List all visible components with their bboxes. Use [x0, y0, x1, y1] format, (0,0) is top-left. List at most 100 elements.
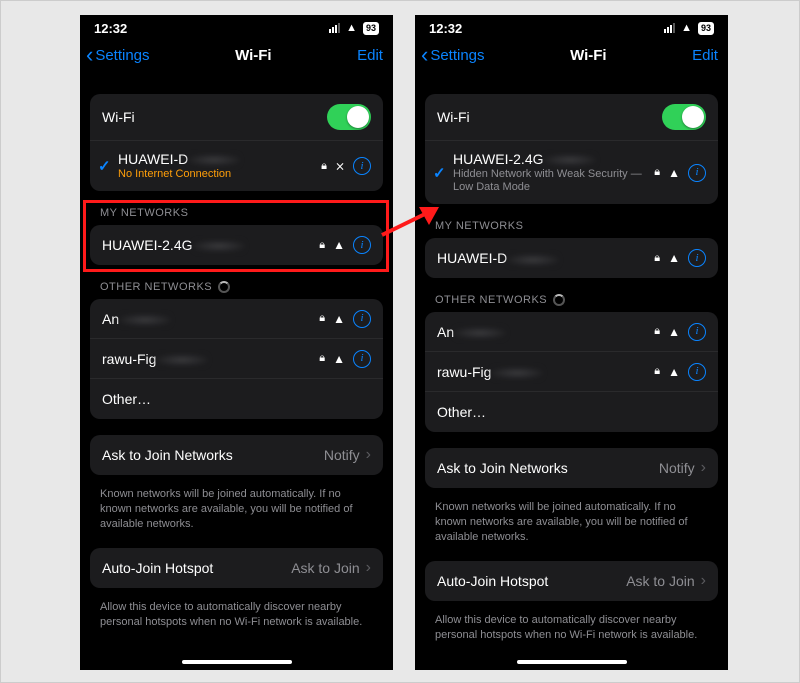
ssid-obscured — [188, 154, 240, 166]
wifi-signal-icon: ⨯ — [335, 159, 345, 173]
other-label: Other… — [437, 404, 706, 420]
ssid-obscured — [193, 240, 245, 252]
ask-join-group: Ask to Join Networks Notify › — [425, 448, 718, 488]
cellular-icon — [329, 23, 340, 33]
connected-ssid: HUAWEI-D — [118, 151, 188, 167]
network-row[interactable]: HUAWEI-D 🔒︎▲i — [425, 238, 718, 278]
chevron-left-icon: ‹ — [421, 44, 428, 66]
connected-network-row[interactable]: ✓ HUAWEI-D No Internet Connection 🔒︎ ⨯ i — [90, 141, 383, 191]
info-icon[interactable]: i — [688, 164, 706, 182]
home-indicator — [517, 660, 627, 664]
info-icon[interactable]: i — [353, 157, 371, 175]
my-networks-header: MY NETWORKS — [415, 220, 728, 238]
nav-bar: ‹Settings Wi-Fi Edit — [415, 38, 728, 76]
network-ssid: HUAWEI-2.4G — [102, 237, 193, 253]
ssid-obscured — [491, 367, 543, 379]
network-row[interactable]: rawu-Fig 🔒︎ ▲ i — [425, 352, 718, 392]
ssid-obscured — [507, 254, 559, 266]
status-time: 12:32 — [429, 21, 462, 36]
wifi-signal-icon: ▲ — [333, 312, 345, 326]
auto-join-footer: Allow this device to automatically disco… — [415, 607, 728, 643]
home-indicator — [182, 660, 292, 664]
wifi-signal-icon: ▲ — [668, 251, 680, 265]
info-icon[interactable]: i — [353, 236, 371, 254]
info-icon[interactable]: i — [688, 363, 706, 381]
ask-join-footer: Known networks will be joined automatica… — [80, 481, 393, 532]
other-networks-group: An 🔒︎ ▲ i rawu-Fig 🔒︎ ▲ i Other… — [425, 312, 718, 432]
info-icon[interactable]: i — [688, 323, 706, 341]
ask-join-row[interactable]: Ask to Join Networks Notify › — [425, 448, 718, 488]
ask-join-row[interactable]: Ask to Join Networks Notify › — [90, 435, 383, 475]
network-ssid: An — [102, 311, 119, 327]
wifi-toggle-group: Wi-Fi ✓ HUAWEI-2.4G Hidden Network with … — [425, 94, 718, 204]
checkmark-icon: ✓ — [433, 164, 451, 182]
other-label: Other… — [102, 391, 371, 407]
wifi-toggle-row: Wi-Fi — [425, 94, 718, 141]
chevron-right-icon: › — [701, 572, 706, 590]
wifi-toggle[interactable] — [662, 104, 706, 130]
ask-join-value: Notify — [324, 447, 360, 463]
info-icon[interactable]: i — [353, 350, 371, 368]
chevron-right-icon: › — [701, 459, 706, 477]
page-title: Wi-Fi — [570, 47, 607, 64]
wifi-signal-icon: ▲ — [668, 365, 680, 379]
edit-button[interactable]: Edit — [357, 47, 383, 64]
lock-icon: 🔒︎ — [319, 352, 325, 365]
ask-join-group: Ask to Join Networks Notify › — [90, 435, 383, 475]
nav-bar: ‹Settings Wi-Fi Edit — [80, 38, 393, 76]
info-icon[interactable]: i — [353, 310, 371, 328]
wifi-signal-icon: ▲ — [668, 166, 680, 180]
chevron-right-icon: › — [366, 559, 371, 577]
other-network-row[interactable]: Other… — [425, 392, 718, 432]
ask-join-footer: Known networks will be joined automatica… — [415, 494, 728, 545]
network-ssid: HUAWEI-D — [437, 250, 507, 266]
network-row[interactable]: rawu-Fig 🔒︎ ▲ i — [90, 339, 383, 379]
info-icon[interactable]: i — [688, 249, 706, 267]
lock-icon: 🔒︎ — [654, 325, 660, 338]
auto-join-footer: Allow this device to automatically disco… — [80, 594, 393, 630]
my-networks-group: HUAWEI-2.4G 🔒︎ ▲ i — [90, 225, 383, 265]
lock-icon: 🔒︎ — [654, 365, 660, 378]
ask-join-label: Ask to Join Networks — [437, 460, 659, 476]
checkmark-icon: ✓ — [98, 157, 116, 175]
chevron-right-icon: › — [366, 446, 371, 464]
auto-join-label: Auto-Join Hotspot — [437, 573, 626, 589]
connected-network-row[interactable]: ✓ HUAWEI-2.4G Hidden Network with Weak S… — [425, 141, 718, 204]
wifi-signal-icon: ▲ — [333, 238, 345, 252]
spinner-icon — [218, 281, 230, 293]
wifi-toggle-group: Wi-Fi ✓ HUAWEI-D No Internet Connection … — [90, 94, 383, 191]
chevron-left-icon: ‹ — [86, 44, 93, 66]
auto-join-group: Auto-Join Hotspot Ask to Join › — [425, 561, 718, 601]
back-button[interactable]: ‹Settings — [86, 44, 150, 66]
auto-join-row[interactable]: Auto-Join Hotspot Ask to Join › — [90, 548, 383, 588]
status-bar: 12:32 ▲ 93 — [80, 15, 393, 38]
battery-icon: 93 — [363, 22, 379, 35]
auto-join-row[interactable]: Auto-Join Hotspot Ask to Join › — [425, 561, 718, 601]
back-button[interactable]: ‹Settings — [421, 44, 485, 66]
network-row[interactable]: An 🔒︎ ▲ i — [425, 312, 718, 352]
ssid-obscured — [119, 314, 171, 326]
lock-icon: 🔒︎ — [319, 239, 325, 252]
network-row[interactable]: An 🔒︎ ▲ i — [90, 299, 383, 339]
connected-subtitle: No Internet Connection — [118, 168, 321, 181]
wifi-status-icon: ▲ — [346, 22, 357, 34]
other-networks-header: OTHER NETWORKS — [415, 294, 728, 312]
network-ssid: rawu-Fig — [437, 364, 491, 380]
wifi-signal-icon: ▲ — [668, 325, 680, 339]
my-networks-group: HUAWEI-D 🔒︎▲i — [425, 238, 718, 278]
phone-screenshot-left: 12:32 ▲ 93 ‹Settings Wi-Fi Edit Wi-Fi ✓ … — [80, 15, 393, 670]
network-ssid: An — [437, 324, 454, 340]
connected-ssid: HUAWEI-2.4G — [453, 151, 544, 167]
network-row[interactable]: HUAWEI-2.4G 🔒︎ ▲ i — [90, 225, 383, 265]
network-ssid: rawu-Fig — [102, 351, 156, 367]
other-networks-header: OTHER NETWORKS — [80, 281, 393, 299]
my-networks-header: MY NETWORKS — [80, 207, 393, 225]
wifi-toggle[interactable] — [327, 104, 371, 130]
lock-icon: 🔒︎ — [319, 312, 325, 325]
other-network-row[interactable]: Other… — [90, 379, 383, 419]
cellular-icon — [664, 23, 675, 33]
ssid-obscured — [156, 354, 208, 366]
edit-button[interactable]: Edit — [692, 47, 718, 64]
wifi-signal-icon: ▲ — [333, 352, 345, 366]
page-title: Wi-Fi — [235, 47, 272, 64]
